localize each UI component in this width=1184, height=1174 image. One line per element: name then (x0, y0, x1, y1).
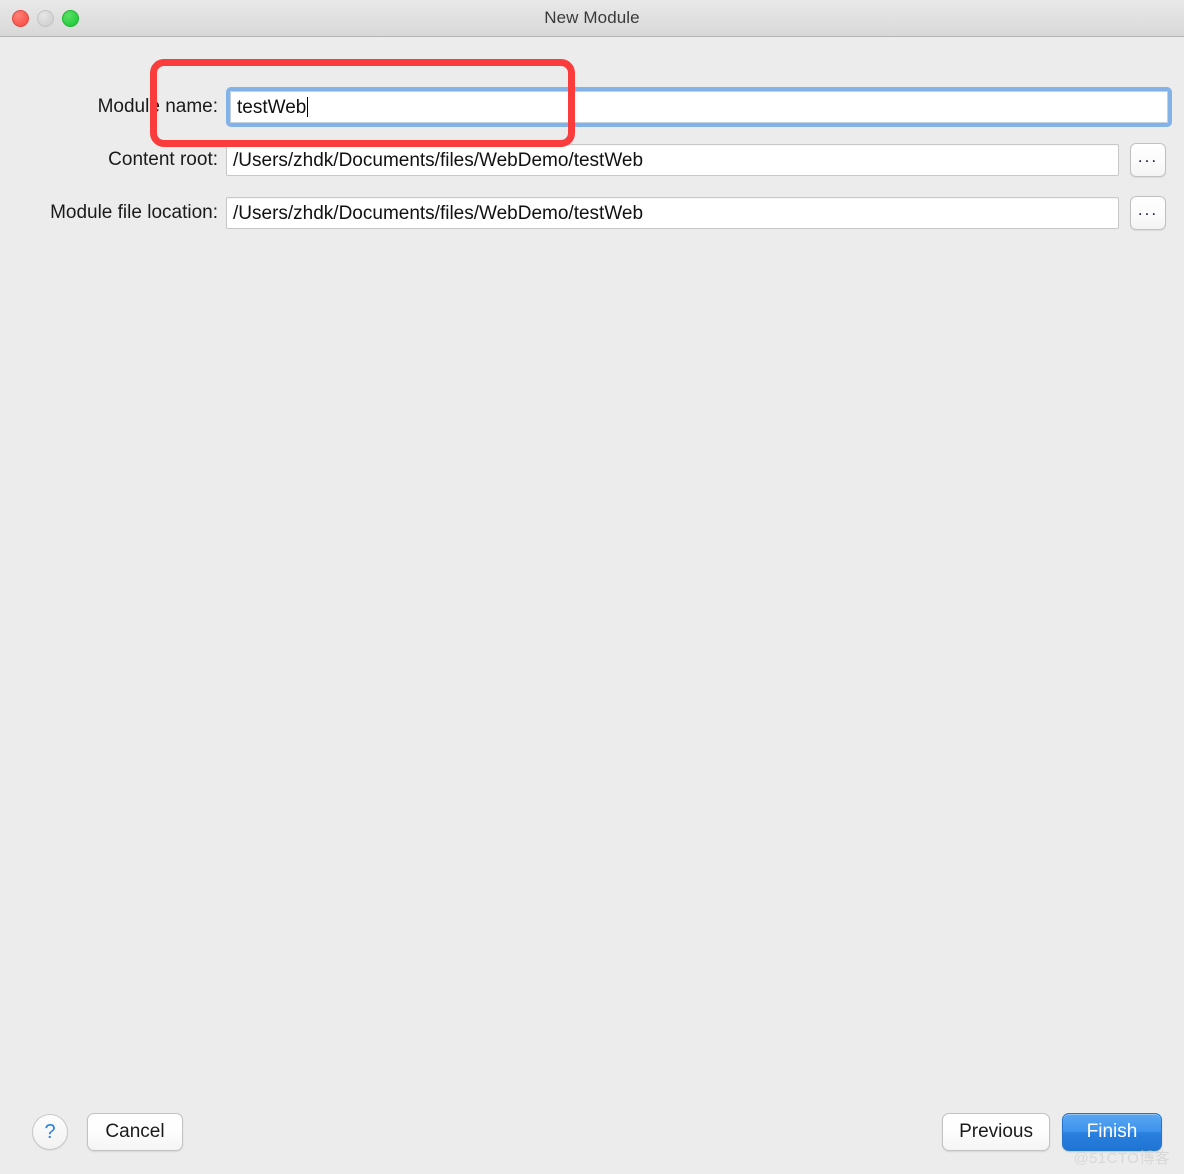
watermark: @51CTO博客 (1073, 1150, 1170, 1167)
minimize-window-icon[interactable] (37, 9, 54, 27)
module-file-location-label: Module file location: (50, 202, 218, 223)
content-root-row: Content root: /Users/zhdk/Documents/file… (0, 143, 1184, 177)
help-button[interactable]: ? (32, 1114, 68, 1150)
traffic-lights (12, 0, 79, 36)
dialog-footer: ? Cancel Previous Finish @51CTO博客 (0, 1090, 1184, 1174)
module-name-value: testWeb (237, 97, 307, 118)
content-root-input[interactable]: /Users/zhdk/Documents/files/WebDemo/test… (226, 144, 1119, 176)
finish-button[interactable]: Finish (1062, 1113, 1162, 1151)
module-file-location-input[interactable]: /Users/zhdk/Documents/files/WebDemo/test… (226, 197, 1119, 229)
ellipsis-icon: ... (1137, 200, 1159, 219)
maximize-window-icon[interactable] (62, 9, 79, 27)
window-titlebar: New Module (0, 0, 1184, 37)
new-module-dialog: New Module Module name: testWeb Content … (0, 0, 1184, 1174)
ellipsis-icon: ... (1137, 147, 1159, 166)
content-root-label: Content root: (108, 149, 218, 170)
module-name-row: Module name: testWeb (0, 87, 1184, 127)
content-root-browse-button[interactable]: ... (1130, 143, 1166, 177)
module-name-input[interactable]: testWeb (230, 91, 1168, 123)
close-window-icon[interactable] (12, 9, 29, 27)
cancel-button[interactable]: Cancel (87, 1113, 183, 1151)
previous-button[interactable]: Previous (942, 1113, 1050, 1151)
module-file-location-row: Module file location: /Users/zhdk/Docume… (0, 196, 1184, 230)
module-name-focus-ring: testWeb (226, 87, 1172, 127)
window-title: New Module (544, 8, 640, 27)
dialog-body: Module name: testWeb Content root: /User… (0, 37, 1184, 1090)
text-caret (307, 97, 309, 117)
module-file-location-browse-button[interactable]: ... (1130, 196, 1166, 230)
module-name-label: Module name: (97, 96, 218, 117)
